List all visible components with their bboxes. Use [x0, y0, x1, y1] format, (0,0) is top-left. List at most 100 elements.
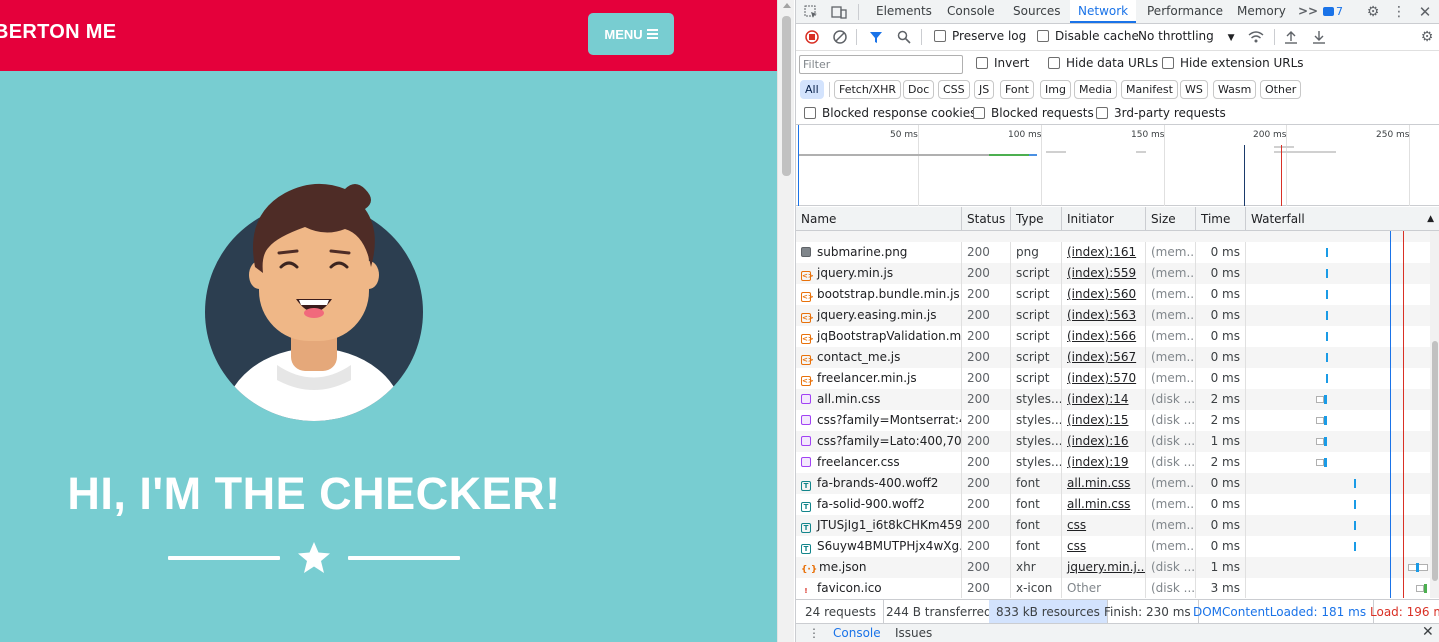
network-overview-timeline[interactable]: 50 ms 100 ms 150 ms 200 ms 250 ms — [796, 125, 1439, 206]
request-initiator[interactable]: (index):14 — [1062, 389, 1146, 410]
column-header-time[interactable]: Time — [1196, 207, 1246, 231]
type-filter-doc[interactable]: Doc — [903, 80, 935, 99]
tab-performance[interactable]: Performance — [1147, 0, 1223, 23]
request-name[interactable]: <> bootstrap.bundle.min.js — [796, 284, 962, 305]
blocked-response-cookies-checkbox[interactable]: Blocked response cookies — [804, 106, 976, 120]
request-name[interactable]: <> jquery.min.js — [796, 263, 962, 284]
tab-memory[interactable]: Memory — [1237, 0, 1286, 23]
table-row[interactable]: <> bootstrap.bundle.min.js 200 script (index… — [796, 284, 1430, 305]
request-name[interactable]: <> jquery.easing.min.js — [796, 305, 962, 326]
type-filter-img[interactable]: Img — [1040, 80, 1071, 99]
request-name[interactable]: T S6uyw4BMUTPHjx4wXg... — [796, 536, 962, 557]
type-filter-all[interactable]: All — [800, 80, 824, 99]
request-initiator[interactable]: (index):566 — [1062, 326, 1146, 347]
request-name[interactable]: {·} me.json — [796, 557, 962, 578]
type-filter-ws[interactable]: WS — [1180, 80, 1208, 99]
request-name[interactable]: <> jqBootstrapValidation.mi... — [796, 326, 962, 347]
column-header-type[interactable]: Type — [1011, 207, 1062, 231]
filter-funnel-icon[interactable] — [867, 28, 885, 46]
tab-console[interactable]: Console — [947, 0, 995, 23]
disable-cache-checkbox[interactable]: Disable cache — [1037, 29, 1139, 43]
request-initiator[interactable]: all.min.css — [1062, 473, 1146, 494]
export-har-download-icon[interactable] — [1310, 28, 1328, 46]
table-row[interactable]: <> freelancer.min.js 200 script (index):570(… — [796, 368, 1430, 389]
request-initiator[interactable]: (index):567 — [1062, 347, 1146, 368]
request-name[interactable]: <> contact_me.js — [796, 347, 962, 368]
type-filter-media[interactable]: Media — [1074, 80, 1118, 99]
table-row[interactable]: css?family=Montserrat:4... 200 styles... (i… — [796, 410, 1430, 431]
table-row[interactable]: {·} me.json 200 xhr jquery.min.j... (disk ...… — [796, 557, 1430, 578]
request-initiator[interactable]: css — [1062, 536, 1146, 557]
request-name[interactable]: css?family=Montserrat:4... — [796, 410, 962, 431]
type-filter-wasm[interactable]: Wasm — [1213, 80, 1257, 99]
type-filter-other[interactable]: Other — [1260, 80, 1302, 99]
page-scrollbar[interactable] — [777, 0, 794, 642]
preserve-log-checkbox[interactable]: Preserve log — [934, 29, 1026, 43]
third-party-requests-checkbox[interactable]: 3rd-party requests — [1096, 106, 1226, 120]
hide-data-urls-checkbox[interactable]: Hide data URLs — [1048, 56, 1158, 70]
column-header-initiator[interactable]: Initiator — [1062, 207, 1146, 231]
filter-input[interactable] — [799, 55, 963, 74]
table-row[interactable]: css?family=Lato:400,700...200styles...(i… — [796, 431, 1430, 452]
column-header-waterfall[interactable]: Waterfall ▲ — [1246, 207, 1439, 231]
table-row[interactable]: ! favicon.ico 200 x-icon Other (disk ... 3 ms — [796, 578, 1430, 598]
blocked-requests-checkbox[interactable]: Blocked requests — [973, 106, 1094, 120]
request-name[interactable]: Tfa-solid-900.woff2 — [796, 494, 962, 515]
request-initiator[interactable]: (index):559 — [1062, 263, 1146, 284]
request-initiator[interactable]: (index):16 — [1062, 431, 1146, 452]
request-initiator[interactable]: (index):15 — [1062, 410, 1146, 431]
throttling-select[interactable]: No throttling ▼ — [1138, 29, 1235, 43]
request-name[interactable]: freelancer.css — [796, 452, 962, 473]
table-row[interactable]: submarine.png 200 png (index):161 (mem... 0 m… — [796, 242, 1430, 263]
table-row[interactable]: <> jqBootstrapValidation.mi... 200 script (i… — [796, 326, 1430, 347]
request-initiator[interactable]: (index):19 — [1062, 452, 1146, 473]
drawer-menu-icon[interactable]: ⋮ — [808, 626, 820, 640]
record-stop-icon[interactable] — [803, 28, 821, 46]
table-row[interactable]: Tfa-brands-400.woff2 200 font all.min.css (m… — [796, 473, 1430, 494]
drawer-tab-issues[interactable]: Issues — [895, 626, 932, 640]
tab-elements[interactable]: Elements — [876, 0, 932, 23]
more-tabs-chevron-icon[interactable]: >> — [1298, 0, 1318, 23]
request-name[interactable]: css?family=Lato:400,700... — [796, 431, 962, 452]
settings-gear-icon[interactable]: ⚙ — [1364, 3, 1382, 21]
request-name[interactable]: <> freelancer.min.js — [796, 368, 962, 389]
request-initiator[interactable]: (index):560 — [1062, 284, 1146, 305]
invert-checkbox[interactable]: Invert — [976, 56, 1029, 70]
table-row[interactable]: <> jquery.min.js 200 script (index):559 (mem.… — [796, 263, 1430, 284]
import-har-upload-icon[interactable] — [1282, 28, 1300, 46]
table-row[interactable]: <> contact_me.js 200 script (index):567 (mem.… — [796, 347, 1430, 368]
requests-scrollbar-thumb[interactable] — [1432, 341, 1438, 581]
type-filter-css[interactable]: CSS — [938, 80, 970, 99]
table-row[interactable]: Tfa-solid-900.woff2 200 font all.min.css (me… — [796, 494, 1430, 515]
table-row[interactable]: T S6uyw4BMUTPHjx4wXg... 200 font css (mem... 0… — [796, 536, 1430, 557]
request-initiator[interactable]: (index):161 — [1062, 242, 1146, 263]
search-icon[interactable] — [895, 28, 913, 46]
table-row[interactable]: <> jquery.easing.min.js 200 script (index):5… — [796, 305, 1430, 326]
request-initiator[interactable]: all.min.css — [1062, 494, 1146, 515]
network-settings-gear-icon[interactable]: ⚙ — [1418, 28, 1436, 46]
request-name[interactable]: all.min.css — [796, 389, 962, 410]
request-name[interactable]: ! favicon.ico — [796, 578, 962, 598]
scroll-up-arrow[interactable] — [783, 3, 791, 8]
page-scrollbar-thumb[interactable] — [782, 16, 791, 176]
clear-icon[interactable] — [831, 28, 849, 46]
request-initiator[interactable]: (index):570 — [1062, 368, 1146, 389]
drawer-tab-console[interactable]: Console — [833, 626, 881, 640]
request-initiator[interactable]: (index):563 — [1062, 305, 1146, 326]
table-row[interactable]: all.min.css 200 styles... (index):14 (disk .… — [796, 389, 1430, 410]
close-devtools-icon[interactable]: ✕ — [1416, 3, 1434, 21]
type-filter-fetch-xhr[interactable]: Fetch/XHR — [834, 80, 901, 99]
close-drawer-icon[interactable]: ✕ — [1422, 624, 1434, 640]
type-filter-js[interactable]: JS — [974, 80, 995, 99]
request-initiator[interactable]: css — [1062, 515, 1146, 536]
request-name[interactable]: Tfa-brands-400.woff2 — [796, 473, 962, 494]
table-row[interactable]: freelancer.css 200 styles... (index):19 (dis… — [796, 452, 1430, 473]
request-initiator[interactable]: jquery.min.j... — [1062, 557, 1146, 578]
device-toolbar-icon[interactable] — [830, 3, 848, 21]
table-row[interactable]: T JTUSjIg1_i6t8kCHKm459... 200 font css (mem.… — [796, 515, 1430, 536]
tab-network[interactable]: Network — [1070, 0, 1137, 23]
hide-extension-urls-checkbox[interactable]: Hide extension URLs — [1162, 56, 1304, 70]
site-brand[interactable]: BERTON ME — [0, 21, 116, 44]
request-name[interactable]: submarine.png — [796, 242, 962, 263]
inspect-element-icon[interactable] — [802, 3, 820, 21]
